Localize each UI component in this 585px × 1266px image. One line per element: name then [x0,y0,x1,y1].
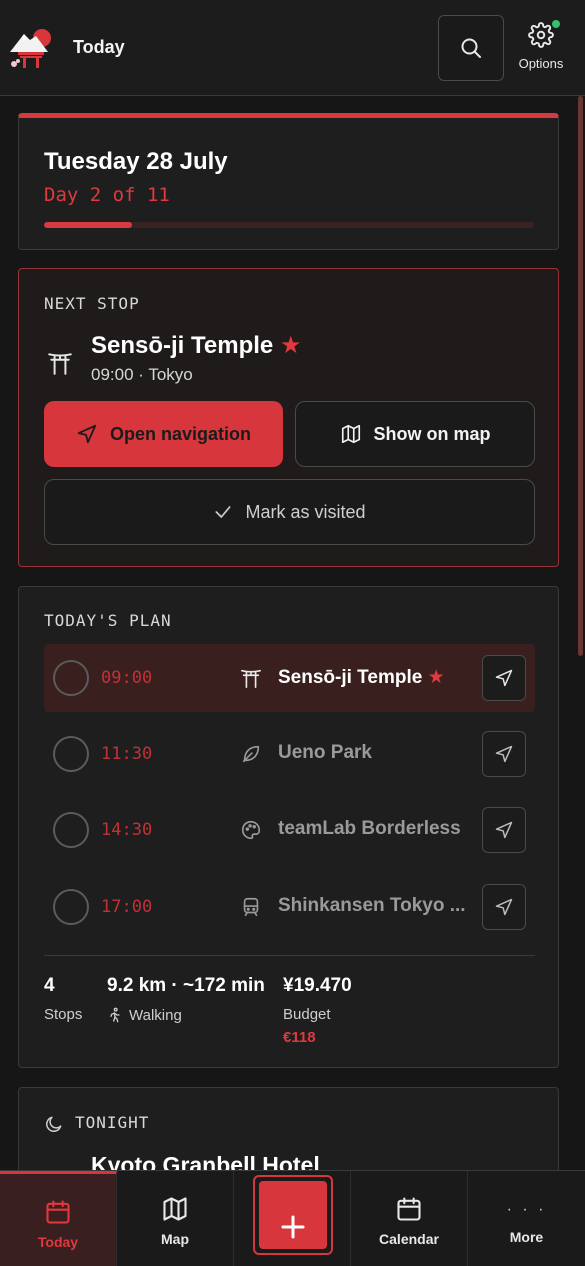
todays-plan-card: TODAY'S PLAN 09:00 Sensō-ji Temple ★ 11:… [18,586,559,1068]
plus-icon [281,1215,305,1239]
calendar-icon [46,1200,70,1224]
walking-icon [110,1007,120,1023]
more-dots-icon: · · · [506,1201,547,1218]
plan-item[interactable]: 11:30 Ueno Park [44,720,535,788]
bottom-navigation: Today Map Calendar · · · More [0,1170,585,1266]
nav-calendar[interactable]: Calendar [351,1171,468,1266]
plan-item[interactable]: 17:00 Shinkansen Tokyo ... [44,873,535,941]
palette-icon [241,820,261,840]
tonight-label: TONIGHT [75,1113,150,1132]
options-button[interactable]: Options [512,18,570,78]
calendar-icon [397,1197,421,1221]
navigation-arrow-icon [495,669,513,687]
plan-item-navigate-button[interactable] [482,655,526,701]
show-on-map-button[interactable]: Show on map [295,401,535,467]
app-header: Today Options [0,0,585,96]
options-label: Options [518,56,564,71]
plan-item-time: 11:30 [101,744,153,764]
app-logo-icon [10,29,51,68]
date-card: Tuesday 28 July Day 2 of 11 [18,113,559,250]
gear-icon [528,22,554,48]
navigation-arrow-icon [495,898,513,916]
train-icon [243,897,259,917]
nav-map[interactable]: Map [117,1171,234,1266]
plan-item-navigate-button[interactable] [482,807,526,853]
nav-add-slot [234,1171,351,1266]
add-button[interactable] [253,1175,333,1255]
next-stop-meta: 09:00 · Tokyo [91,365,193,384]
distance-value: 9.2 km · ~172 min [107,975,265,996]
check-icon [215,506,231,518]
plan-item-name: Ueno Park [278,742,372,763]
leaf-icon [242,745,260,763]
plan-item-time: 09:00 [101,668,153,688]
add-button-fill [259,1181,327,1249]
next-stop-card: NEXT STOP Sensō-ji Temple ★ 09:00 · Toky… [18,268,559,567]
search-button[interactable] [438,15,504,81]
plan-item[interactable]: 09:00 Sensō-ji Temple ★ [44,644,535,712]
nav-today[interactable]: Today [0,1171,117,1266]
visited-checkbox[interactable] [53,736,89,772]
plan-item-name: teamLab Borderless [278,818,461,839]
plan-divider [44,955,535,956]
visited-checkbox[interactable] [53,812,89,848]
moon-icon [46,1116,62,1132]
todays-plan-label: TODAY'S PLAN [44,611,172,630]
open-navigation-button[interactable]: Open navigation [44,401,283,467]
plan-item-time: 14:30 [101,820,153,840]
budget-value: ¥19.470 [283,975,352,996]
scrollbar[interactable] [578,96,583,656]
plan-item-name: Shinkansen Tokyo ... [278,895,466,916]
torii-icon [241,669,261,688]
navigation-arrow-icon [495,745,513,763]
page-title: Today [73,37,125,57]
torii-icon [48,353,72,375]
stops-count: 4 [44,975,55,996]
walking-label: Walking [107,1006,182,1024]
visited-checkbox[interactable] [53,660,89,696]
stops-label: Stops [44,1006,83,1023]
map-icon [163,1197,187,1221]
budget-label: Budget [283,1006,331,1023]
day-count: Day 2 of 11 [44,184,170,206]
trip-progress-bar [44,222,534,228]
plan-item-navigate-button[interactable] [482,731,526,777]
trip-progress-fill [44,222,133,228]
star-icon: ★ [427,667,445,688]
nav-more[interactable]: · · · More [468,1171,585,1266]
status-dot [552,20,560,28]
plan-item-time: 17:00 [101,897,153,917]
map-icon [341,424,360,444]
search-icon [461,38,481,58]
navigation-arrow-icon [495,821,513,839]
date-title: Tuesday 28 July [44,148,228,175]
plan-item-name: Sensō-ji Temple ★ [278,667,445,688]
plan-item-navigate-button[interactable] [482,884,526,930]
star-icon: ★ [279,332,302,359]
plan-item[interactable]: 14:30 teamLab Borderless [44,796,535,864]
budget-eur-value: €118 [283,1029,316,1046]
visited-checkbox[interactable] [53,889,89,925]
navigation-arrow-icon [77,424,97,444]
next-stop-name: Sensō-ji Temple ★ [91,332,302,359]
next-stop-label: NEXT STOP [44,294,140,313]
mark-as-visited-button[interactable]: Mark as visited [44,479,535,545]
